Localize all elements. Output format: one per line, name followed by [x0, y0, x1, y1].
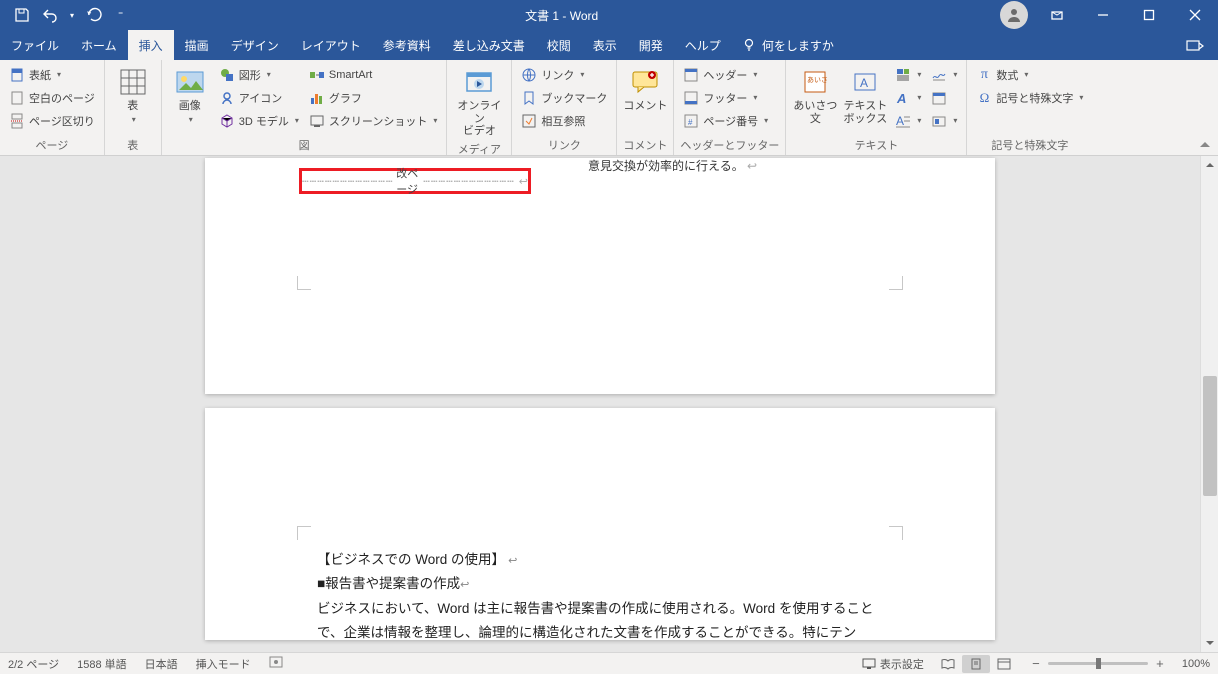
- scroll-thumb[interactable]: [1203, 376, 1217, 496]
- bookmark-button[interactable]: ブックマーク: [518, 87, 610, 108]
- undo-dropdown-icon[interactable]: ▾: [70, 11, 74, 20]
- page-2-content: 【ビジネスでの Word の使用】 ↩ ■報告書や提案書の作成↩ ビジネスにおい…: [317, 548, 883, 645]
- svg-text:A: A: [896, 91, 906, 106]
- language-status[interactable]: 日本語: [145, 656, 178, 672]
- zoom-in-button[interactable]: +: [1152, 656, 1168, 671]
- zoom-slider[interactable]: [1048, 662, 1148, 665]
- image-button[interactable]: 画像▾: [168, 64, 212, 125]
- 3dmodel-button[interactable]: 3D モデル▾: [216, 110, 302, 131]
- close-button[interactable]: [1172, 0, 1218, 30]
- ribbon-options-button[interactable]: [1034, 0, 1080, 30]
- tab-insert[interactable]: 挿入: [128, 30, 174, 60]
- svg-text:A: A: [896, 114, 904, 128]
- group-links: リンク▾ ブックマーク 相互参照 リンク: [512, 60, 617, 155]
- scroll-up-button[interactable]: [1201, 156, 1218, 174]
- display-settings-button[interactable]: 表示設定: [862, 656, 924, 672]
- tab-design[interactable]: デザイン: [220, 30, 290, 60]
- undo-icon[interactable]: [42, 7, 58, 23]
- zoom-level[interactable]: 100%: [1182, 658, 1210, 670]
- user-account-button[interactable]: [1000, 1, 1028, 29]
- web-layout-button[interactable]: [990, 655, 1018, 673]
- group-comments: コメント コメント: [617, 60, 674, 155]
- table-button[interactable]: 表▾: [111, 64, 155, 125]
- tab-references[interactable]: 参考資料: [372, 30, 442, 60]
- save-icon[interactable]: [14, 7, 30, 23]
- textbox-button[interactable]: A テキスト ボックス: [842, 64, 888, 125]
- screenshot-button[interactable]: スクリーンショット▾: [306, 110, 440, 131]
- document-area: 複数人でのレビューにおいて、編集内容の追跡や意見交換が効率的に行える。 ↩ ┄┄…: [0, 156, 1218, 652]
- macro-recorder-icon[interactable]: [269, 656, 283, 671]
- chart-button[interactable]: グラフ: [306, 87, 440, 108]
- icons-button[interactable]: アイコン: [216, 87, 302, 108]
- tab-layout[interactable]: レイアウト: [290, 30, 372, 60]
- ribbon-collapse-button[interactable]: [1196, 136, 1214, 154]
- symbol-button[interactable]: Ω記号と特殊文字▾: [973, 87, 1086, 108]
- page-break-button[interactable]: ページ区切り: [6, 110, 98, 131]
- tell-me-search[interactable]: 何をしますか: [732, 37, 834, 54]
- greeting-button[interactable]: あいさつ あいさつ 文: [792, 64, 838, 125]
- page-2[interactable]: 【ビジネスでの Word の使用】 ↩ ■報告書や提案書の作成↩ ビジネスにおい…: [205, 408, 995, 640]
- group-illustrations: 画像▾ 図形▾ アイコン 3D モデル▾ SmartArt グラフ スクリーンシ…: [162, 60, 448, 155]
- header-button[interactable]: ヘッダー▾: [680, 64, 771, 85]
- tab-view[interactable]: 表示: [582, 30, 628, 60]
- link-button[interactable]: リンク▾: [518, 64, 610, 85]
- quick-parts-button[interactable]: ▾: [892, 64, 924, 85]
- svg-text:あいさつ: あいさつ: [807, 76, 828, 84]
- blank-page-button[interactable]: 空白のページ: [6, 87, 98, 108]
- svg-text:#: #: [688, 118, 693, 127]
- wordart-button[interactable]: A▾: [892, 87, 924, 108]
- vertical-scrollbar[interactable]: [1200, 156, 1218, 652]
- dropcap-button[interactable]: A▾: [892, 110, 924, 131]
- status-bar: 2/2 ページ 1588 単語 日本語 挿入モード 表示設定 − + 100%: [0, 652, 1218, 674]
- page-break-indicator: ┄┄┄┄┄┄┄┄┄┄┄┄ 改ページ ┄┄┄┄┄┄┄┄┄┄┄┄↩: [299, 168, 531, 194]
- group-symbols: π数式▾ Ω記号と特殊文字▾ 記号と特殊文字: [967, 60, 1092, 155]
- cover-page-button[interactable]: 表紙▾: [6, 64, 98, 85]
- tab-draw[interactable]: 描画: [174, 30, 220, 60]
- tab-mailings[interactable]: 差し込み文書: [442, 30, 536, 60]
- datetime-button[interactable]: [928, 87, 960, 108]
- object-button[interactable]: ▾: [928, 110, 960, 131]
- shapes-button[interactable]: 図形▾: [216, 64, 302, 85]
- tab-file[interactable]: ファイル: [0, 30, 70, 60]
- equation-button[interactable]: π数式▾: [973, 64, 1086, 85]
- insert-mode[interactable]: 挿入モード: [196, 656, 251, 672]
- online-video-button[interactable]: オンライン ビデオ: [453, 64, 505, 138]
- share-button[interactable]: [1172, 38, 1218, 52]
- page-number-button[interactable]: #ページ番号▾: [680, 110, 771, 131]
- tab-review[interactable]: 校閲: [536, 30, 582, 60]
- tab-home[interactable]: ホーム: [70, 30, 128, 60]
- zoom-controls: − + 100%: [1028, 656, 1210, 671]
- signature-line-button[interactable]: ▾: [928, 64, 960, 85]
- word-count[interactable]: 1588 単語: [77, 656, 127, 672]
- group-pages: 表紙▾ 空白のページ ページ区切り ページ: [0, 60, 105, 155]
- lightbulb-icon: [742, 38, 756, 52]
- comment-button[interactable]: コメント: [623, 64, 667, 113]
- ribbon: 表紙▾ 空白のページ ページ区切り ページ 表▾ 表 画像▾ 図形▾ アイコン …: [0, 60, 1218, 156]
- maximize-button[interactable]: [1126, 0, 1172, 30]
- group-text: あいさつ あいさつ 文 A テキスト ボックス ▾ A▾ A▾ ▾ ▾ テキスト: [786, 60, 967, 155]
- group-tables: 表▾ 表: [105, 60, 162, 155]
- group-header-footer: ヘッダー▾ フッター▾ #ページ番号▾ ヘッダーとフッター: [674, 60, 786, 155]
- redo-icon[interactable]: [86, 7, 102, 23]
- window-title: 文書 1 - Word: [123, 7, 1000, 24]
- group-media: オンライン ビデオ メディア: [447, 60, 512, 155]
- smartart-button[interactable]: SmartArt: [306, 64, 440, 85]
- svg-text:A: A: [860, 76, 868, 90]
- crossref-button[interactable]: 相互参照: [518, 110, 610, 131]
- read-mode-button[interactable]: [934, 655, 962, 673]
- zoom-out-button[interactable]: −: [1028, 656, 1044, 671]
- minimize-button[interactable]: [1080, 0, 1126, 30]
- title-bar: ▾ ⁼ 文書 1 - Word: [0, 0, 1218, 30]
- footer-button[interactable]: フッター▾: [680, 87, 771, 108]
- print-layout-button[interactable]: [962, 655, 990, 673]
- scroll-down-button[interactable]: [1201, 634, 1218, 652]
- page-1[interactable]: 複数人でのレビューにおいて、編集内容の追跡や意見交換が効率的に行える。 ↩ ┄┄…: [205, 158, 995, 394]
- tab-help[interactable]: ヘルプ: [674, 30, 732, 60]
- tab-developer[interactable]: 開発: [628, 30, 674, 60]
- ribbon-tabs: ファイル ホーム 挿入 描画 デザイン レイアウト 参考資料 差し込み文書 校閲…: [0, 30, 1218, 60]
- page-status[interactable]: 2/2 ページ: [8, 656, 59, 672]
